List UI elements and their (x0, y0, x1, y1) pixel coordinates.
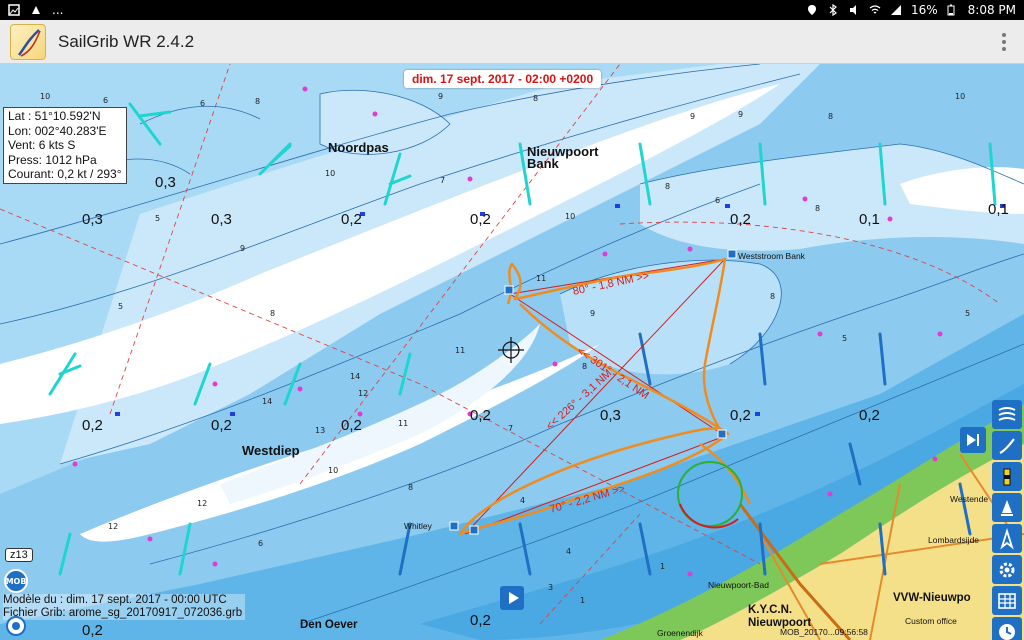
app-bar: SailGrib WR 2.4.2 (0, 20, 1024, 64)
current-value: 0,3 (600, 407, 621, 424)
clock-icon[interactable] (992, 617, 1022, 640)
current-value: 0,2 (341, 211, 362, 228)
chart-map[interactable]: 10 6 6 8 9 8 9 9 8 10 10 7 10 8 6 8 5 9 … (0, 64, 1024, 640)
location-icon (806, 4, 818, 16)
bluetooth-icon (827, 3, 839, 17)
place-den-oever: Den Oever (300, 619, 358, 631)
place-lombardsijde: Lombardsijde (928, 535, 980, 545)
place-westende: Westende (950, 494, 989, 504)
next-step-button[interactable] (960, 427, 986, 453)
longitude: Lon: 002°40.283'E (8, 123, 107, 138)
current-value: 0,2 (730, 407, 751, 424)
boat-icon[interactable] (992, 493, 1022, 522)
current-value: 0,2 (82, 622, 103, 639)
image-notification-icon (8, 4, 20, 16)
model-date: Modèle du : dim. 17 sept. 2017 - 00:00 U… (3, 594, 227, 606)
app-title: SailGrib WR 2.4.2 (58, 31, 195, 51)
current-value: 0,2 (82, 417, 103, 434)
mob-timestamp: MOB_20170...09:56:58 (780, 627, 868, 637)
current-value: 0,2 (470, 211, 491, 228)
current: Courant: 0,2 kt / 293° (8, 167, 122, 181)
more-notifications: ... (52, 3, 64, 17)
current-value: 0,3 (82, 211, 103, 228)
current-value: 0,1 (988, 201, 1009, 218)
current-value: 0,3 (155, 174, 176, 191)
place-custom-office: Custom office (905, 616, 957, 626)
pressure: Press: 1012 hPa (8, 152, 97, 167)
signal-icon (890, 4, 902, 16)
position-info-box: Lat : 51°10.592'N Lon: 002°40.283'E Vent… (3, 107, 127, 184)
grib-file: Fichier Grib: arome_sg_20170917_072036.g… (3, 607, 243, 619)
place-nieuwpoort-bank: Nieuwpoort Bank (527, 144, 599, 171)
model-info: Modèle du : dim. 17 sept. 2017 - 00:00 U… (3, 594, 246, 620)
play-button[interactable] (500, 586, 524, 610)
mute-icon (848, 4, 860, 16)
place-groenendijk: Groenendijk (657, 628, 703, 638)
sailgrib-logo (10, 23, 46, 60)
mob-button[interactable]: MOB (4, 569, 28, 593)
current-value: 0,2 (211, 417, 232, 434)
current-value: 0,2 (341, 417, 362, 434)
current-value: 0,2 (470, 407, 491, 424)
battery-level: 16% (910, 3, 938, 17)
place-noordpas: Noordpas (328, 140, 389, 155)
current-value: 0,2 (470, 612, 491, 629)
place-weststroom-bank: Weststroom Bank (738, 251, 805, 261)
zoom-level: z13 (5, 548, 33, 562)
current-value: 0,3 (211, 211, 232, 228)
grid-table-icon[interactable] (992, 586, 1022, 615)
grib-curve-icon[interactable] (992, 431, 1022, 460)
layers-icon[interactable] (992, 400, 1022, 429)
gps-center-button[interactable] (6, 616, 26, 636)
compass-icon[interactable] (992, 524, 1022, 553)
current-value: 0,2 (730, 211, 751, 228)
place-westdiep: Westdiep (242, 443, 300, 458)
wifi-icon (869, 4, 881, 16)
date-banner[interactable]: dim. 17 sept. 2017 - 02:00 +0200 (404, 70, 602, 88)
battery-icon (947, 4, 959, 16)
place-whitley: Whitley (404, 521, 432, 531)
clock: 8:08 PM (967, 3, 1016, 17)
wind: Vent: 6 kts S (8, 138, 76, 152)
place-vvw-nieuwpoort: VVW-Nieuwpo (893, 592, 971, 604)
latitude: Lat : 51°10.592'N (8, 109, 101, 123)
place-nieuwpoort-bad: Nieuwpoort-Bad (708, 580, 769, 590)
current-value: 0,1 (859, 211, 880, 228)
right-toolbar (992, 400, 1022, 640)
app-notification-icon (30, 4, 42, 16)
buoy-icon[interactable] (992, 462, 1022, 491)
current-value: 0,2 (859, 407, 880, 424)
status-bar: ... 16% 8:08 PM (0, 0, 1024, 20)
settings-gear-icon[interactable] (992, 555, 1022, 584)
overflow-menu-button[interactable] (1002, 32, 1006, 51)
nautical-chart (0, 64, 1024, 640)
